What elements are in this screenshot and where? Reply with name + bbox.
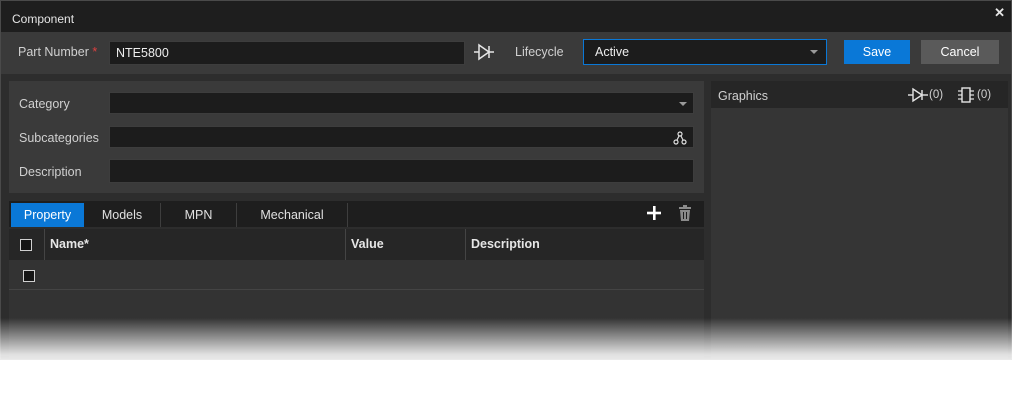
- subcategories-input[interactable]: [109, 126, 694, 148]
- subcategories-label: Subcategories: [19, 131, 99, 145]
- chevron-down-icon: [679, 102, 687, 106]
- save-button[interactable]: Save: [844, 40, 910, 64]
- description-input[interactable]: [109, 159, 694, 183]
- hierarchy-icon[interactable]: [673, 130, 687, 145]
- property-grid: Name* Value Description: [9, 229, 704, 359]
- part-number-label: Part Number *: [18, 45, 98, 59]
- trash-icon[interactable]: [678, 205, 692, 221]
- close-icon[interactable]: ✕: [994, 5, 1005, 21]
- component-dialog: Component ✕ Part Number * NTE5800 Lifecy…: [0, 0, 1012, 360]
- lifecycle-value: Active: [595, 45, 630, 59]
- details-panel: Category Subcategories Description: [9, 81, 704, 193]
- header-bar: Part Number * NTE5800 Lifecycle Active S…: [1, 32, 1011, 74]
- graphics-panel: Graphics (0) (0): [711, 81, 1008, 359]
- graphics-label: Graphics: [718, 89, 769, 103]
- select-all-cell: [9, 229, 45, 260]
- symbol-icon[interactable]: [908, 87, 928, 103]
- window-title: Component: [12, 12, 75, 26]
- row-checkbox[interactable]: [23, 270, 35, 282]
- grid-header: Name* Value Description: [9, 229, 704, 260]
- chevron-down-icon: [810, 50, 818, 54]
- category-label: Category: [19, 97, 70, 111]
- symbol-icon[interactable]: [473, 43, 495, 61]
- tab-mechanical[interactable]: Mechanical: [237, 203, 348, 227]
- required-mark: *: [92, 45, 98, 59]
- cancel-button[interactable]: Cancel: [921, 40, 999, 64]
- part-number-input[interactable]: NTE5800: [109, 41, 465, 65]
- footprint-icon[interactable]: [957, 87, 975, 103]
- add-icon[interactable]: [647, 206, 661, 220]
- table-row[interactable]: [9, 260, 704, 290]
- graphics-header: Graphics (0) (0): [711, 81, 1008, 108]
- title-bar: Component ✕: [1, 1, 1011, 32]
- tab-property[interactable]: Property: [11, 203, 84, 227]
- column-name[interactable]: Name*: [45, 229, 346, 260]
- lifecycle-label: Lifecycle: [515, 45, 564, 59]
- tab-models[interactable]: Models: [84, 203, 161, 227]
- tabs-bar: Property Models MPN Mechanical: [9, 201, 704, 227]
- column-description[interactable]: Description: [466, 229, 704, 260]
- footprint-count: (0): [977, 89, 992, 101]
- column-value[interactable]: Value: [346, 229, 466, 260]
- symbol-count: (0): [929, 89, 944, 101]
- lifecycle-select[interactable]: Active: [583, 39, 827, 65]
- description-label: Description: [19, 165, 82, 179]
- select-all-checkbox[interactable]: [20, 239, 32, 251]
- tab-mpn[interactable]: MPN: [161, 203, 237, 227]
- category-select[interactable]: [109, 92, 694, 114]
